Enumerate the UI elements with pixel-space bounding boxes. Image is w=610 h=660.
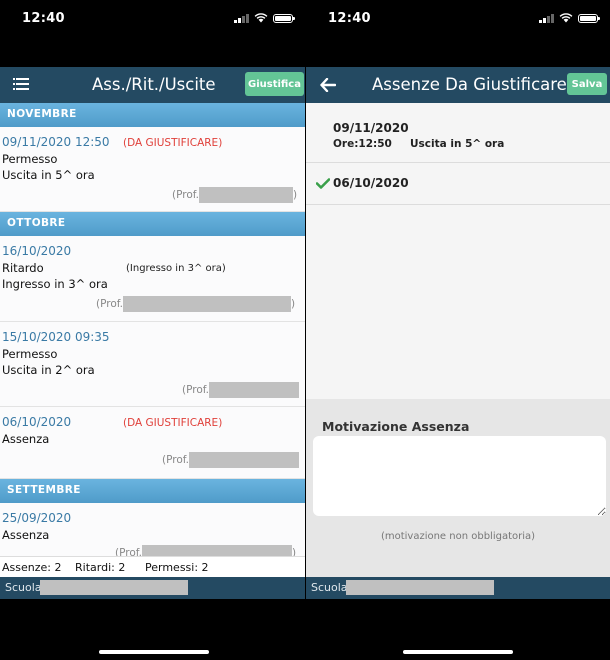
entry-detail-inline: (Ingresso in 3^ ora) — [126, 263, 226, 274]
home-indicator[interactable] — [99, 650, 209, 654]
cellular-signal-icon — [234, 13, 249, 23]
status-time: 12:40 — [328, 11, 371, 26]
school-footer: Scuola: — [306, 577, 610, 599]
entry-date: 09/11/2020 12:50 — [2, 135, 110, 149]
justify-list: 09/11/2020 Ore:12:50 Uscita in 5^ ora 06… — [306, 103, 610, 399]
entry-teacher: (Prof.) — [115, 545, 296, 556]
entry-date: 16/10/2020 — [2, 244, 72, 258]
check-icon — [316, 178, 330, 189]
list-item[interactable]: 25/09/2020 Assenza (Prof.) — [0, 503, 305, 556]
redacted-school-name — [40, 580, 188, 595]
item-detail: Uscita in 5^ ora — [410, 138, 505, 150]
entry-date: 25/09/2020 — [2, 511, 72, 525]
entry-detail: Uscita in 5^ ora — [2, 168, 95, 182]
status-bar: 12:40 — [306, 0, 610, 36]
status-time: 12:40 — [22, 11, 65, 26]
entry-status: (DA GIUSTIFICARE) — [123, 417, 223, 429]
entry-date: 06/10/2020 — [2, 415, 72, 429]
list-item[interactable]: 09/11/2020 Ore:12:50 Uscita in 5^ ora — [306, 103, 610, 163]
list-item[interactable]: 15/10/2020 09:35 Permesso Uscita in 2^ o… — [0, 322, 305, 407]
absences-count: Assenze: 2 — [2, 561, 62, 574]
entry-date: 15/10/2020 09:35 — [2, 330, 110, 344]
page-title: Ass./Rit./Uscite — [92, 75, 216, 94]
entry-teacher: (Prof.) — [96, 296, 296, 312]
school-footer: Scuola: — [0, 577, 305, 599]
entry-teacher: (Prof. — [182, 382, 300, 398]
entry-type: Ritardo — [2, 261, 44, 275]
item-time: Ore:12:50 — [333, 138, 392, 150]
absence-list: NOVEMBRE 09/11/2020 12:50 (DA GIUSTIFICA… — [0, 103, 305, 556]
redacted-teacher-name — [199, 187, 294, 203]
section-header-novembre: NOVEMBRE — [0, 103, 305, 127]
wifi-icon — [559, 13, 573, 23]
status-bar: 12:40 — [0, 0, 305, 36]
justify-button[interactable]: Giustifica — [245, 72, 304, 96]
menu-icon[interactable] — [13, 78, 29, 91]
battery-icon — [273, 13, 295, 23]
redacted-teacher-name — [209, 382, 300, 398]
item-date: 09/11/2020 — [333, 121, 409, 135]
section-header-ottobre: OTTOBRE — [0, 212, 305, 236]
entry-detail: Ingresso in 3^ ora — [2, 277, 108, 291]
motivation-title: Motivazione Assenza — [322, 419, 470, 434]
wifi-icon — [254, 13, 268, 23]
redacted-teacher-name — [142, 545, 293, 556]
motivation-note: (motivazione non obbligatoria) — [380, 531, 536, 542]
entry-type: Permesso — [2, 152, 58, 166]
redacted-teacher-name — [123, 296, 292, 312]
left-screen: 12:40 Ass./Rit./Uscite Giustifica NOVEMB… — [0, 0, 305, 660]
entry-type: Permesso — [2, 347, 58, 361]
entry-status: (DA GIUSTIFICARE) — [123, 137, 223, 149]
redacted-teacher-name — [189, 452, 300, 468]
entry-teacher: (Prof.) — [172, 187, 298, 203]
item-date: 06/10/2020 — [333, 176, 409, 190]
list-item[interactable]: 06/10/2020 (DA GIUSTIFICARE) Assenza (Pr… — [0, 407, 305, 479]
entry-type: Assenza — [2, 528, 50, 542]
late-count: Ritardi: 2 — [75, 561, 126, 574]
summary-bar: Assenze: 2 Ritardi: 2 Permessi: 2 — [0, 556, 305, 577]
entry-teacher: (Prof. — [162, 452, 300, 468]
nav-bar: Assenze Da Giustificare Salva — [306, 67, 610, 103]
list-item[interactable]: 09/11/2020 12:50 (DA GIUSTIFICARE) Perme… — [0, 127, 305, 212]
entry-type: Assenza — [2, 432, 50, 446]
cellular-signal-icon — [539, 13, 554, 23]
list-item[interactable]: 06/10/2020 — [306, 163, 610, 205]
section-header-settembre: SETTEMBRE — [0, 479, 305, 503]
entry-detail: Uscita in 2^ ora — [2, 363, 95, 377]
battery-icon — [578, 13, 600, 23]
save-button[interactable]: Salva — [567, 73, 607, 95]
home-indicator[interactable] — [403, 650, 513, 654]
nav-bar: Ass./Rit./Uscite Giustifica — [0, 67, 305, 103]
motivation-panel: Motivazione Assenza (motivazione non obb… — [306, 399, 610, 577]
permits-count: Permessi: 2 — [145, 561, 209, 574]
list-item[interactable]: 16/10/2020 Ritardo (Ingresso in 3^ ora) … — [0, 236, 305, 322]
page-title: Assenze Da Giustificare — [372, 75, 567, 94]
redacted-school-name — [346, 580, 494, 595]
right-screen: 12:40 Assenze Da Giustificare Salva 09/1… — [306, 0, 610, 660]
motivation-textarea[interactable] — [313, 436, 606, 516]
back-arrow-icon[interactable] — [320, 78, 336, 92]
